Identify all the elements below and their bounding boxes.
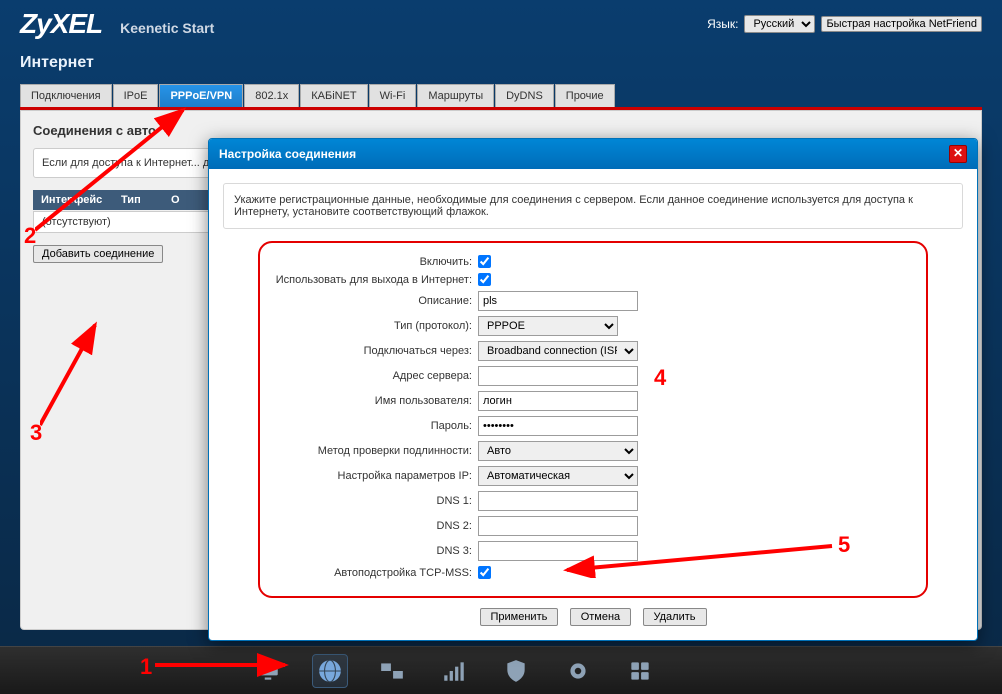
modal-buttons: Применить Отмена Удалить xyxy=(223,608,963,626)
page-title: Интернет xyxy=(0,48,1002,84)
tab-kabinet[interactable]: КАБiNET xyxy=(300,84,367,107)
label-user: Имя пользователя: xyxy=(268,395,478,407)
select-type[interactable]: PPPOE xyxy=(478,316,618,336)
dock-apps-icon[interactable] xyxy=(622,654,658,688)
modal-title-bar: Настройка соединения ✕ xyxy=(209,139,977,169)
tab-connections[interactable]: Подключения xyxy=(20,84,112,107)
modal-title: Настройка соединения xyxy=(219,147,356,161)
tab-pppoe-vpn[interactable]: PPPoE/VPN xyxy=(159,84,243,107)
col-type: Тип xyxy=(113,190,163,210)
input-username[interactable] xyxy=(478,391,638,411)
dock-gear-icon[interactable] xyxy=(560,654,596,688)
tab-dydns[interactable]: DyDNS xyxy=(495,84,554,107)
panel-title: Соединения с авто xyxy=(33,123,969,138)
label-auth: Метод проверки подлинности: xyxy=(268,445,478,457)
label-dns1: DNS 1: xyxy=(268,495,478,507)
select-via[interactable]: Broadband connection (ISP) xyxy=(478,341,638,361)
dock xyxy=(0,646,1002,694)
logo: ZyXEL xyxy=(20,8,102,40)
dock-globe-icon[interactable] xyxy=(312,654,348,688)
add-connection-button[interactable]: Добавить соединение xyxy=(33,245,163,263)
select-auth[interactable]: Авто xyxy=(478,441,638,461)
input-server[interactable] xyxy=(478,366,638,386)
lang-section: Язык: Русский Быстрая настройка NetFrien… xyxy=(707,15,982,33)
label-type: Тип (протокол): xyxy=(268,320,478,332)
logo-block: ZyXEL Keenetic Start xyxy=(20,8,214,40)
form-highlight-box: Включить: Использовать для выхода в Инте… xyxy=(258,241,928,598)
checkbox-mss[interactable] xyxy=(478,566,491,579)
product-name: Keenetic Start xyxy=(120,20,214,36)
label-server: Адрес сервера: xyxy=(268,370,478,382)
dock-network-icon[interactable] xyxy=(374,654,410,688)
delete-button[interactable]: Удалить xyxy=(643,608,707,626)
cancel-button[interactable]: Отмена xyxy=(570,608,631,626)
tab-other[interactable]: Прочие xyxy=(555,84,615,107)
label-via: Подключаться через: xyxy=(268,345,478,357)
label-enable: Включить: xyxy=(268,256,478,268)
label-dns3: DNS 3: xyxy=(268,545,478,557)
tab-ipoe[interactable]: IPoE xyxy=(113,84,159,107)
tab-strip: Подключения IPoE PPPoE/VPN 802.1x КАБiNE… xyxy=(20,84,982,110)
lang-label: Язык: xyxy=(707,17,738,31)
dock-signal-icon[interactable] xyxy=(436,654,472,688)
quick-setup-button[interactable]: Быстрая настройка NetFriend xyxy=(821,16,982,32)
input-description[interactable] xyxy=(478,291,638,311)
label-pass: Пароль: xyxy=(268,420,478,432)
label-mss: Автоподстройка TCP-MSS: xyxy=(268,567,478,579)
apply-button[interactable]: Применить xyxy=(480,608,559,626)
col-interface: Интерфейс xyxy=(33,190,113,210)
input-dns3[interactable] xyxy=(478,541,638,561)
tab-routes[interactable]: Маршруты xyxy=(417,84,494,107)
label-desc: Описание: xyxy=(268,295,478,307)
tab-8021x[interactable]: 802.1x xyxy=(244,84,299,107)
label-dns2: DNS 2: xyxy=(268,520,478,532)
label-use-internet: Использовать для выхода в Интернет: xyxy=(268,274,478,286)
dock-monitor-icon[interactable] xyxy=(250,654,286,688)
lang-select[interactable]: Русский xyxy=(744,15,815,33)
select-ip[interactable]: Автоматическая xyxy=(478,466,638,486)
dock-shield-icon[interactable] xyxy=(498,654,534,688)
label-ip: Настройка параметров IP: xyxy=(268,470,478,482)
header: ZyXEL Keenetic Start Язык: Русский Быстр… xyxy=(0,0,1002,48)
checkbox-use-internet[interactable] xyxy=(478,273,491,286)
input-dns1[interactable] xyxy=(478,491,638,511)
tab-wifi[interactable]: Wi-Fi xyxy=(369,84,417,107)
connection-settings-modal: Настройка соединения ✕ Укажите регистрац… xyxy=(208,138,978,641)
input-password[interactable] xyxy=(478,416,638,436)
close-icon[interactable]: ✕ xyxy=(949,145,967,163)
row-empty: (отсутствуют) xyxy=(34,212,119,232)
input-dns2[interactable] xyxy=(478,516,638,536)
modal-hint: Укажите регистрационные данные, необходи… xyxy=(223,183,963,229)
checkbox-enable[interactable] xyxy=(478,255,491,268)
col-o: О xyxy=(163,190,193,210)
